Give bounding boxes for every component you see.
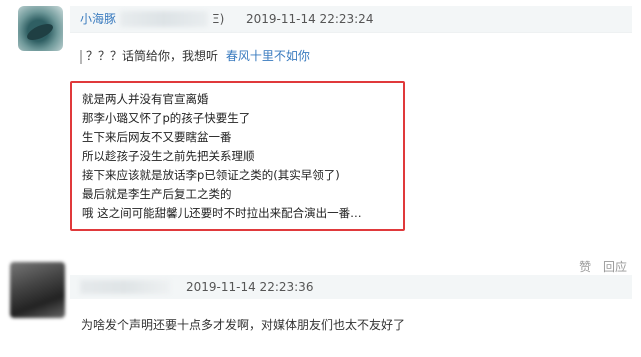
comment-line: 哦 这之间可能甜馨儿还要时不时拉出来配合演出一番… [82,206,362,220]
comment-actions: 赞 回应 [571,258,627,275]
blurred-username [80,280,170,294]
highlighted-comment-body: 就是两人并没有官宣离婚 那李小璐又怀了p的孩子快要生了 生下来后网友不又要瞎盆一… [70,81,405,231]
blurred-username-part [120,11,208,27]
reply-button[interactable]: 回应 [603,260,627,274]
comment-text: 为啥发个声明还要十点多才发啊，对媒体朋友们也太不友好了 [81,318,406,332]
comment-line: 就是两人并没有官宣离婚 [82,92,209,106]
reply-quote-bar [80,50,82,64]
comment-line: 那李小璐又怀了p的孩子快要生了 [82,111,251,125]
dolphin-image [24,20,56,44]
reply-quote: ？？？话筒给你，我想听 春风十里不如你 [86,47,310,64]
comment-timestamp: 2019-11-14 22:23:24 [246,12,374,26]
comment-line: 接下来应该就是放话李p已领证之类的(其实早领了) [82,168,340,182]
comment-header: 小海豚 Ξ) 2019-11-14 22:23:24 [70,6,632,33]
comment-timestamp: 2019-11-14 22:23:36 [186,280,314,294]
comment-header: 2019-11-14 22:23:36 [70,275,632,299]
reply-quote-text: ？？？话筒给你，我想听 [86,49,219,63]
replied-user-link[interactable]: 春风十里不如你 [226,49,310,63]
username-link[interactable]: 小海豚 [80,6,116,32]
username-suffix: Ξ) [212,12,225,26]
user-avatar-blurred[interactable] [10,262,65,318]
comment-line: 生下来后网友不又要瞎盆一番 [82,130,232,144]
like-button[interactable]: 赞 [579,260,591,274]
comment-line: 所以趁孩子没生之前先把关系理顺 [82,149,255,163]
user-avatar[interactable] [18,6,63,51]
comment-line: 最后就是李生产后复工之类的 [82,187,232,201]
